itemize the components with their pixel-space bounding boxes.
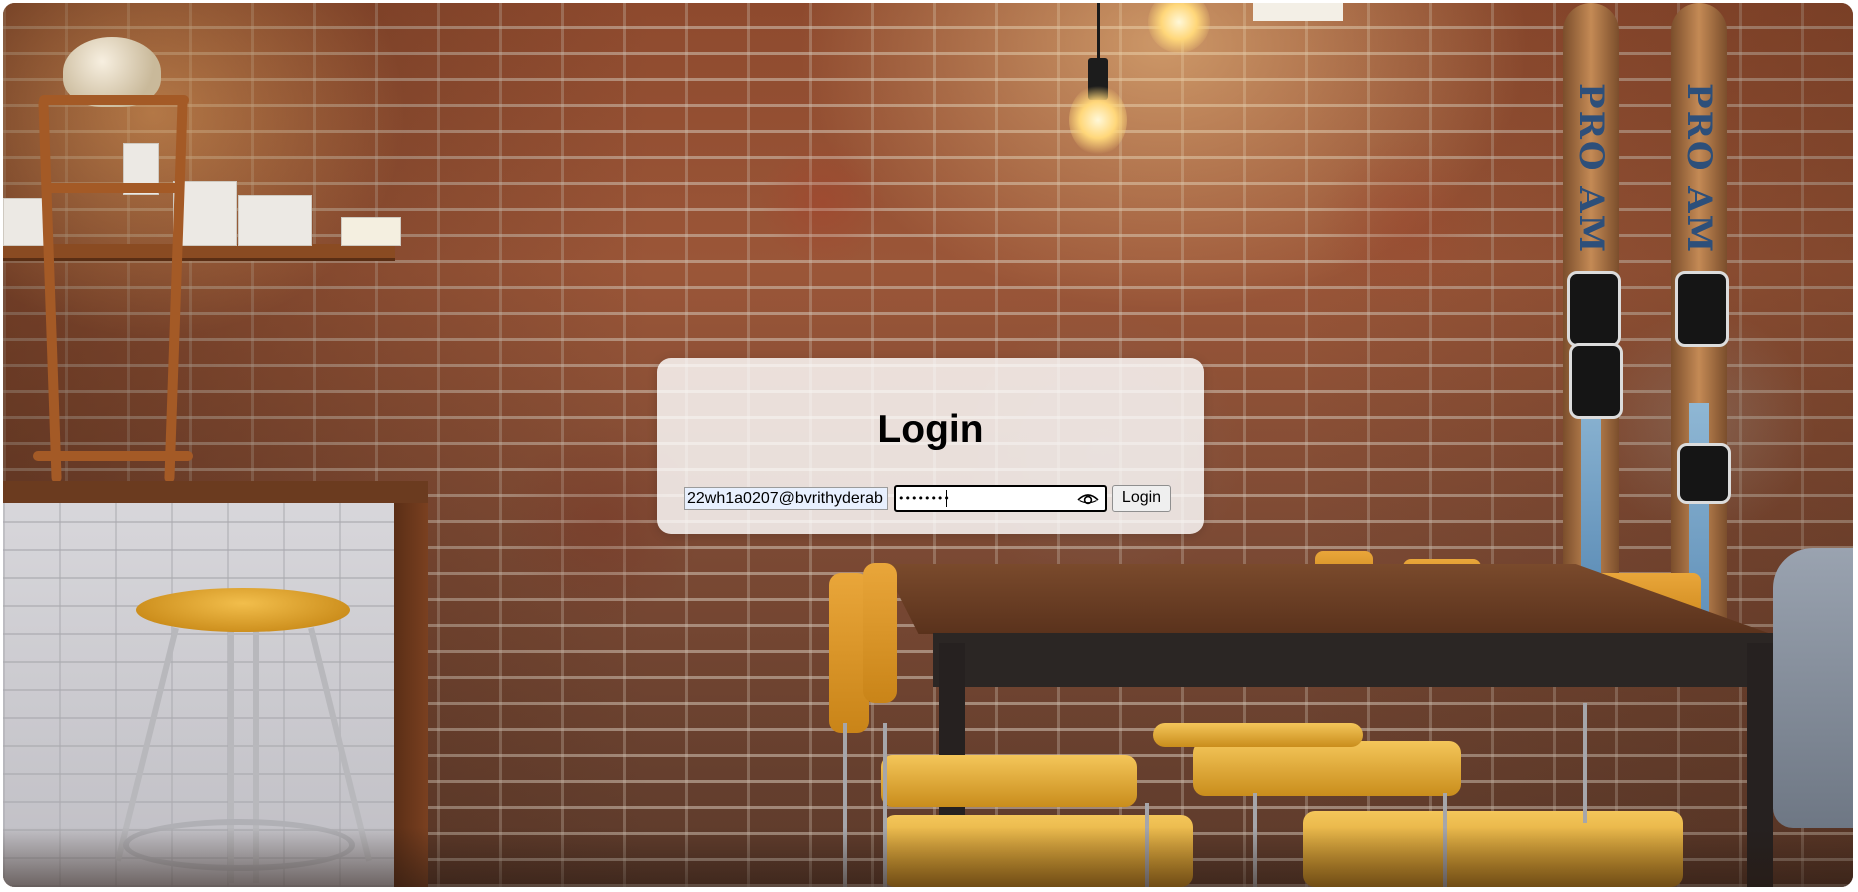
text-cursor	[946, 489, 947, 507]
chair-back	[863, 563, 897, 703]
login-card: Login 22wh1a0207@bvrithyderab •••••••• L…	[657, 358, 1204, 534]
lamp-cord	[1097, 3, 1100, 58]
email-field[interactable]: 22wh1a0207@bvrithyderab	[684, 486, 888, 510]
stool-seat	[136, 588, 350, 632]
login-form: 22wh1a0207@bvrithyderab •••••••• Login	[684, 484, 1171, 512]
shelf-card	[341, 217, 401, 246]
ski-binding	[1567, 271, 1621, 347]
ski-brand-text: PRO AM	[1679, 83, 1719, 255]
brewer-frame	[43, 183, 183, 193]
browser-viewport: PRO AM PRO AM Login 22wh1a0207@bvrithyde…	[3, 3, 1853, 887]
table-apron	[933, 633, 1773, 687]
login-button[interactable]: Login	[1112, 484, 1171, 512]
ceiling-fixture	[1253, 3, 1343, 21]
floor	[3, 827, 1853, 887]
login-title: Login	[877, 408, 984, 451]
armchair	[1773, 548, 1853, 828]
chair-seat	[1153, 723, 1363, 747]
ski-binding	[1569, 343, 1623, 419]
light-bulb	[1069, 85, 1127, 155]
password-field[interactable]: ••••••••	[898, 487, 950, 510]
ski-brand-text: PRO AM	[1571, 83, 1611, 255]
chair-leg	[1583, 703, 1587, 823]
shelf-box	[3, 198, 47, 246]
chair-seat	[1193, 741, 1461, 796]
password-field-wrapper[interactable]: ••••••••	[894, 484, 1107, 512]
ski-binding	[1675, 271, 1729, 347]
eye-icon[interactable]	[1077, 490, 1099, 507]
brewer-frame	[39, 95, 189, 105]
brewer-frame	[33, 451, 193, 461]
wall-shelf	[3, 244, 395, 261]
chair-seat	[881, 755, 1137, 807]
ski-binding	[1677, 443, 1731, 504]
shelf-box	[238, 195, 312, 246]
